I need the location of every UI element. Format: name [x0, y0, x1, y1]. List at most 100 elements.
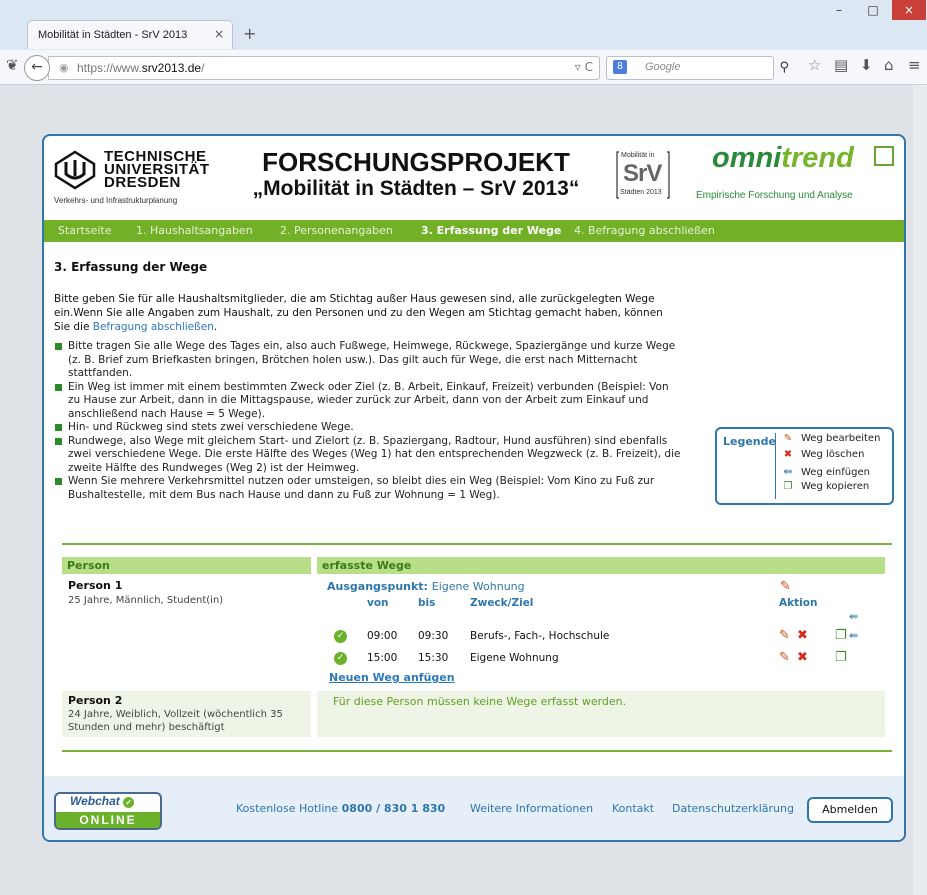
person1-info: 25 Jahre, Männlich, Student(in): [68, 595, 224, 606]
edit-way-icon[interactable]: ✎: [779, 629, 790, 642]
vertical-scrollbar[interactable]: [913, 85, 927, 895]
add-way-link[interactable]: Neuen Weg anfügen: [329, 671, 455, 684]
online-check-icon: ✓: [123, 797, 135, 808]
srv-logo: Mobilität in SrV Städten 2013: [615, 150, 671, 200]
section-divider-bottom: [62, 750, 892, 752]
legend-label: Weg kopieren: [801, 481, 870, 492]
instruction-list: Bitte tragen Sie alle Wege des Tages ein…: [54, 340, 684, 502]
tu-dresden-emblem-icon: [54, 150, 96, 190]
delete-way-icon[interactable]: ✖: [797, 629, 808, 642]
insert-way-icon[interactable]: ⇚: [849, 610, 858, 623]
header-von: von: [367, 597, 389, 609]
legend-item-copy: ❐ Weg kopieren: [781, 481, 870, 495]
window-maximize-button[interactable]: □: [856, 0, 890, 20]
edit-way-icon[interactable]: ✎: [779, 651, 790, 664]
logout-button[interactable]: Abmelden: [807, 797, 893, 823]
trip-bis: 15:30: [418, 652, 449, 664]
copy-icon: ❐: [783, 481, 793, 492]
legend-divider: [775, 433, 776, 499]
check-icon: ✓: [334, 652, 347, 665]
omni-part-a: omni: [712, 142, 782, 174]
instruction-item: Ein Weg ist immer mit einem bestimmten Z…: [54, 381, 684, 422]
new-tab-button[interactable]: +: [243, 24, 256, 43]
survey-card: TECHNISCHE UNIVERSITÄT DRESDEN Verkehrs-…: [42, 134, 906, 842]
tu-subtitle: Verkehrs- und Infrastrukturplanung: [54, 196, 178, 205]
insert-way-icon[interactable]: ⇚: [849, 629, 858, 642]
browser-tab[interactable]: Mobilität in Städten - SrV 2013 ×: [27, 20, 233, 49]
edit-start-point-icon[interactable]: ✎: [780, 580, 791, 593]
url-path: /: [201, 61, 205, 75]
bookmark-star-icon[interactable]: ☆: [808, 56, 821, 74]
insert-icon: ⇚: [783, 465, 793, 478]
srv-mid-text: SrV: [623, 160, 662, 187]
column-header-person: Person: [62, 557, 311, 574]
bookmarks-list-icon[interactable]: ▤: [834, 56, 848, 74]
srv-top-text: Mobilität in: [621, 152, 655, 159]
navigation-toolbar: ❦ ◉ https://www.srv2013.de/ ▿ C ← 8 Goog…: [0, 50, 927, 85]
legend-box: Legende ✎ Weg bearbeiten ✖ Weg löschen ⇚ We…: [715, 427, 894, 505]
home-icon[interactable]: ⌂: [884, 56, 894, 74]
omnitrend-subtitle: Empirische Forschung und Analyse: [696, 190, 853, 201]
search-engine-icon[interactable]: 8: [613, 60, 627, 74]
srv-bottom-text: Städten 2013: [620, 189, 662, 196]
nav-item-haushaltsangaben[interactable]: 1. Haushaltsangaben: [136, 224, 253, 237]
search-icon[interactable]: ⚲: [779, 60, 789, 75]
webchat-button[interactable]: Webchat ✓ ONLINE: [54, 792, 162, 830]
url-host: srv2013.de: [141, 61, 202, 75]
privacy-link[interactable]: Datenschutzerklärung: [672, 802, 794, 815]
globe-icon: ◉: [59, 61, 69, 74]
browser-chrome: Mobilität in Städten - SrV 2013 × + – □ …: [0, 0, 927, 85]
identity-icon[interactable]: ❦: [6, 56, 19, 74]
tab-close-icon[interactable]: ×: [214, 27, 224, 41]
hotline-number: 0800 / 830 1 830: [341, 802, 446, 815]
nav-item-personenangaben[interactable]: 2. Personenangaben: [280, 224, 393, 237]
tu-dresden-name: TECHNISCHE UNIVERSITÄT DRESDEN: [104, 149, 210, 190]
tu-dresden-logo: TECHNISCHE UNIVERSITÄT DRESDEN: [54, 149, 234, 190]
omni-part-b: trend: [781, 142, 854, 174]
project-title-line2: „Mobilität in Städten – SrV 2013“: [252, 177, 580, 200]
befragung-abschliessen-link[interactable]: Befragung abschließen: [93, 321, 214, 333]
copy-way-icon[interactable]: ❐: [835, 629, 847, 642]
footer: Webchat ✓ ONLINE Kostenlose Hotline 0800…: [44, 776, 904, 840]
delete-icon: ✖: [783, 449, 793, 460]
window-minimize-button[interactable]: –: [822, 0, 856, 20]
omnitrend-logo: omnitrend: [712, 142, 854, 175]
contact-link[interactable]: Kontakt: [612, 802, 654, 815]
nav-item-startseite[interactable]: Startseite: [58, 224, 112, 237]
legend-label: Weg löschen: [801, 449, 865, 460]
nav-item-befragung-abschliessen[interactable]: 4. Befragung abschließen: [574, 224, 715, 237]
pencil-icon: ✎: [783, 433, 793, 444]
trip-zweck: Berufs-, Fach-, Hochschule: [470, 630, 610, 642]
person2-name: Person 2: [68, 694, 123, 707]
trip-bis: 09:30: [418, 630, 449, 642]
nav-item-erfassung-der-wege[interactable]: 3. Erfassung der Wege: [421, 224, 561, 237]
start-point-value: Eigene Wohnung: [431, 580, 525, 593]
person2-cell: Person 2 24 Jahre, Weiblich, Vollzeit (w…: [62, 691, 311, 737]
window-close-button[interactable]: ×: [892, 0, 926, 20]
downloads-icon[interactable]: ⬇: [860, 56, 873, 74]
menu-icon[interactable]: ≡: [908, 56, 921, 74]
start-point-label: Ausgangspunkt:: [327, 580, 428, 593]
instruction-item: Bitte tragen Sie alle Wege des Tages ein…: [54, 340, 684, 381]
reload-icon[interactable]: ▿ C: [575, 60, 593, 74]
url-bar[interactable]: ◉ https://www.srv2013.de/ ▿ C: [48, 56, 600, 80]
search-bar[interactable]: 8 Google ⚲: [606, 56, 789, 80]
project-title: FORSCHUNGSPROJEKT „Mobilität in Städten …: [226, 148, 606, 202]
back-button[interactable]: ←: [24, 55, 50, 81]
column-header-wege: erfasste Wege: [317, 557, 885, 574]
project-title-line1: FORSCHUNGSPROJEKT: [262, 147, 570, 177]
hotline-text: Kostenlose Hotline 0800 / 830 1 830: [236, 802, 445, 815]
info-link[interactable]: Weitere Informationen: [470, 802, 593, 815]
webchat-online-label: ONLINE: [56, 812, 160, 828]
webchat-label: Webchat ✓: [70, 794, 135, 808]
corner-checkbox[interactable]: [874, 146, 894, 166]
section-divider-top: [62, 543, 892, 545]
instruction-item: Hin- und Rückweg sind stets zwei verschi…: [54, 421, 684, 435]
legend-title: Legende: [723, 435, 776, 448]
trip-zweck: Eigene Wohnung: [470, 652, 559, 664]
delete-way-icon[interactable]: ✖: [797, 651, 808, 664]
search-placeholder: Google: [645, 61, 681, 73]
header-aktion: Aktion: [779, 597, 818, 609]
copy-way-icon[interactable]: ❐: [835, 651, 847, 664]
intro-paragraph: Bitte geben Sie für alle Haushaltsmitgli…: [54, 292, 664, 334]
